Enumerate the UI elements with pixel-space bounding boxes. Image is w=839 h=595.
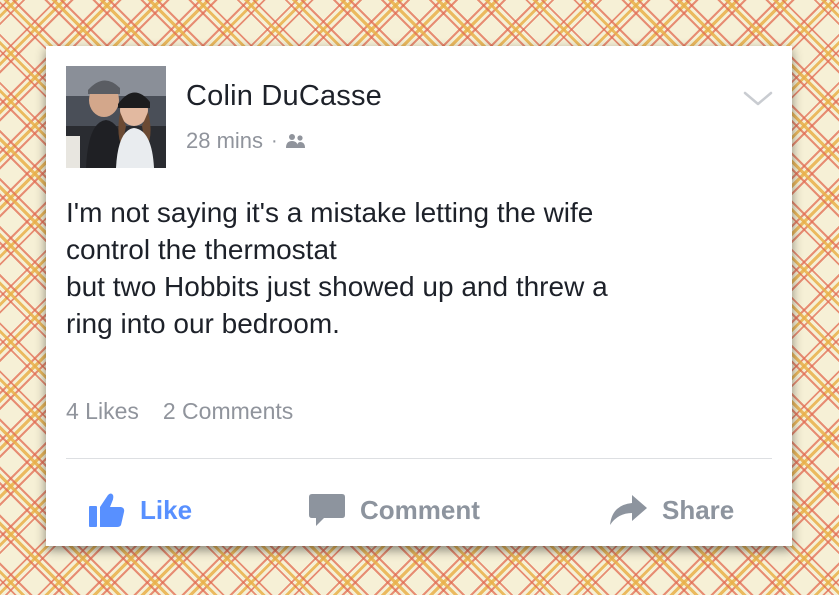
author-name[interactable]: Colin DuCasse: [186, 80, 382, 113]
meta-separator: ·: [271, 129, 278, 152]
comments-count[interactable]: 2 Comments: [163, 398, 293, 425]
post-text: I'm not saying it's a mistake letting th…: [66, 194, 776, 342]
share-label: Share: [662, 494, 735, 525]
post-stats: 4 Likes 2 Comments: [66, 398, 293, 425]
post-card: Colin DuCasse 28 mins · I'm not saying i…: [46, 46, 792, 546]
profile-photo: [66, 66, 166, 168]
avatar[interactable]: [66, 66, 166, 168]
comment-label: Comment: [360, 494, 480, 525]
like-label: Like: [140, 494, 193, 525]
post-meta: 28 mins ·: [186, 128, 306, 154]
likes-count[interactable]: 4 Likes: [66, 398, 139, 425]
comment-button[interactable]: Comment: [308, 482, 480, 538]
post-text-line: control the thermostat: [66, 234, 337, 265]
post-text-line: I'm not saying it's a mistake letting th…: [66, 197, 594, 228]
thumbs-up-icon: [88, 492, 126, 528]
like-button[interactable]: Like: [88, 482, 192, 538]
friends-icon[interactable]: [285, 133, 306, 149]
post-timestamp[interactable]: 28 mins: [186, 128, 263, 154]
share-arrow-icon: [608, 493, 648, 527]
share-button[interactable]: Share: [608, 482, 734, 538]
post-text-line: ring into our bedroom.: [66, 308, 340, 339]
post-text-line: but two Hobbits just showed up and threw…: [66, 271, 608, 302]
speech-bubble-icon: [308, 492, 346, 528]
divider: [66, 458, 772, 459]
chevron-down-icon[interactable]: [742, 88, 774, 108]
